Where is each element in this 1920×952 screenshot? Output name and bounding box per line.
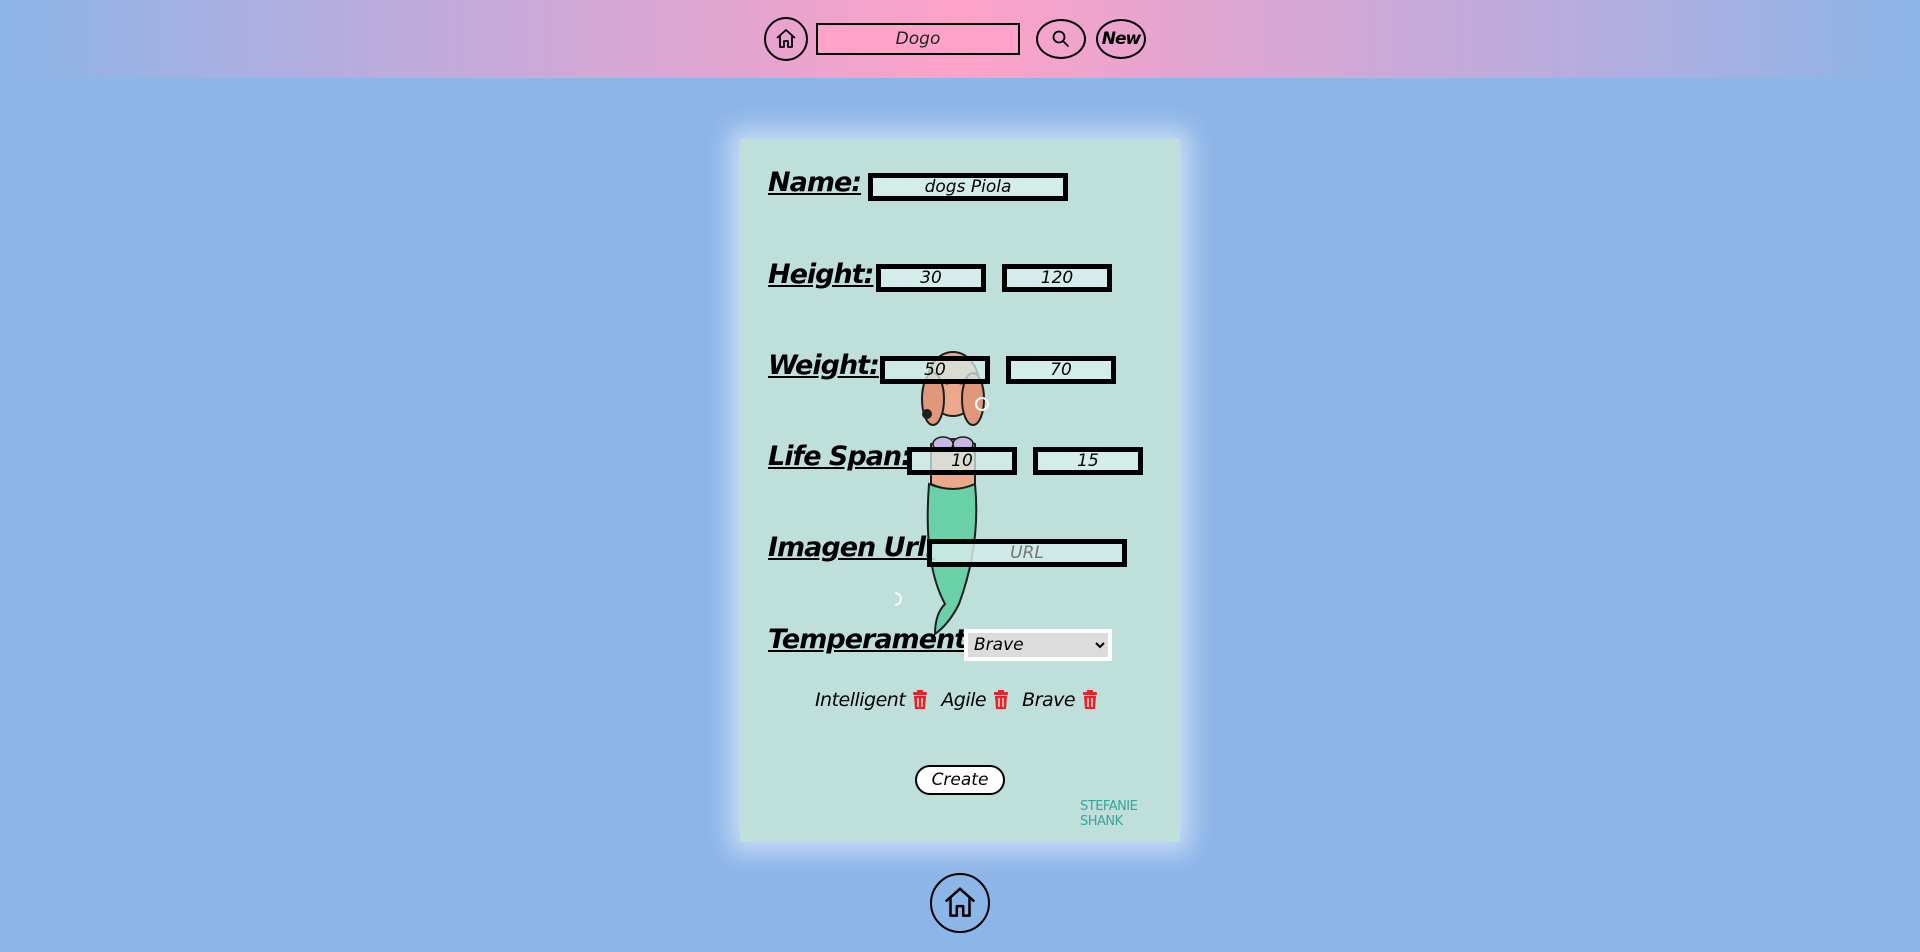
search-icon (1052, 30, 1069, 47)
height-label: Height: (768, 259, 874, 290)
temperaments-label: Temperaments: (768, 624, 992, 655)
weight-max-input[interactable] (1006, 356, 1116, 384)
home-icon (944, 887, 976, 917)
selected-temperaments-list: Intelligent Agile Brave (740, 689, 1180, 711)
trash-icon[interactable] (911, 690, 929, 710)
trash-icon[interactable] (1081, 690, 1099, 710)
weight-min-input[interactable] (880, 356, 990, 384)
name-input[interactable] (868, 173, 1068, 201)
home-icon (776, 29, 796, 48)
new-dog-button[interactable]: New (1096, 19, 1146, 59)
height-min-input[interactable] (876, 264, 986, 292)
image-url-label: Imagen Url: (768, 532, 936, 563)
lifespan-max-input[interactable] (1033, 447, 1143, 475)
temperament-chip-label: Agile (941, 689, 987, 711)
search-input[interactable] (816, 23, 1020, 55)
artist-signature: STEFANIE SHANK (1080, 799, 1138, 829)
create-button[interactable]: Create (915, 765, 1005, 795)
mermaid-dog-illustration (895, 351, 989, 636)
home-button[interactable] (764, 17, 808, 61)
trash-icon[interactable] (992, 690, 1010, 710)
bottom-home-button[interactable] (930, 873, 990, 933)
weight-label: Weight: (768, 350, 880, 381)
temperament-select[interactable]: Brave (964, 629, 1112, 661)
name-label: Name: (768, 167, 862, 198)
search-button[interactable] (1036, 19, 1086, 59)
lifespan-label: Life Span: (768, 441, 912, 472)
create-dog-form: Name: Height: Weight: Life Span: Imagen … (740, 139, 1180, 842)
temperament-chip-label: Intelligent (814, 689, 906, 711)
height-max-input[interactable] (1002, 264, 1112, 292)
temperament-chip-label: Brave (1022, 689, 1076, 711)
lifespan-min-input[interactable] (907, 447, 1017, 475)
top-navbar: New (0, 0, 1920, 78)
image-url-input[interactable] (927, 539, 1127, 567)
